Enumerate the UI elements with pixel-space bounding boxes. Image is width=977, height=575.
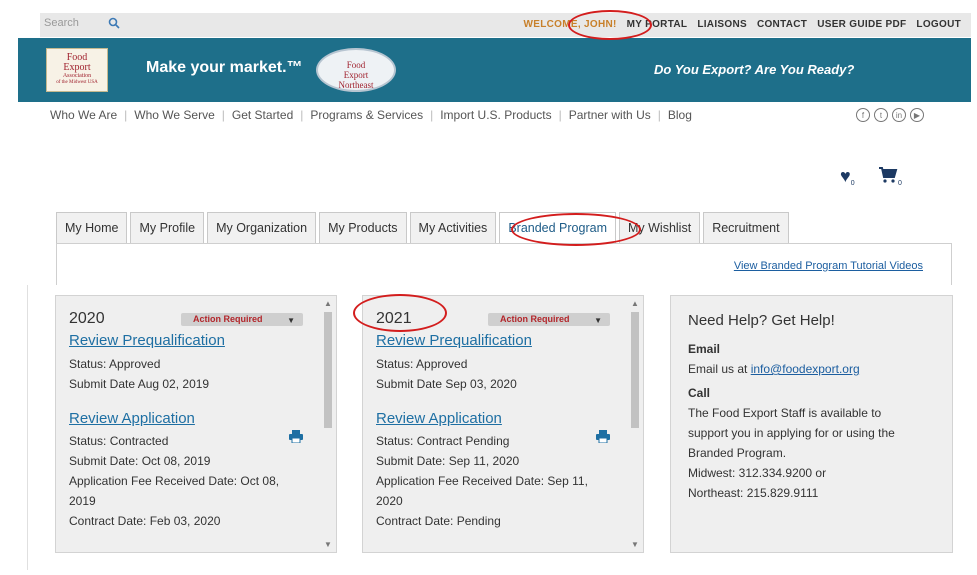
review-application-link[interactable]: Review Application — [376, 410, 618, 427]
call-text-2: support you in applying for or using the — [688, 426, 895, 440]
prequal-status: Status: Approved — [376, 357, 468, 371]
fee-received-date-cont: 2019 — [69, 494, 96, 508]
search-input[interactable]: Search — [44, 17, 79, 29]
application-submit-date: Submit Date: Sep 11, 2020 — [376, 454, 520, 468]
portal-tabs: My Home My Profile My Organization My Pr… — [56, 212, 789, 243]
print-icon[interactable] — [289, 430, 303, 444]
print-icon[interactable] — [596, 430, 610, 444]
tab-my-products[interactable]: My Products — [319, 212, 407, 243]
linkedin-icon[interactable]: in — [892, 108, 906, 122]
fee-received-date: Application Fee Received Date: Oct 08, — [69, 474, 280, 488]
fee-received-date-cont: 2020 — [376, 494, 403, 508]
tab-my-home[interactable]: My Home — [56, 212, 128, 243]
call-text-1: The Food Export Staff is available to — [688, 406, 882, 420]
card-scrollbar[interactable]: ▲ ▼ — [629, 296, 641, 552]
chevron-down-icon: ▼ — [594, 316, 602, 325]
review-prequalification-link[interactable]: Review Prequalification — [376, 332, 618, 349]
header-banner: Food Export Association of the Midwest U… — [18, 38, 971, 102]
action-required-dropdown[interactable]: Action Required ▼ — [488, 313, 610, 326]
midwest-phone: Midwest: 312.334.9200 or — [688, 466, 827, 480]
help-title: Need Help? Get Help! — [688, 312, 835, 329]
program-card-2021: 2021 Review Prequalification Status: App… — [362, 295, 644, 553]
tab-recruitment[interactable]: Recruitment — [703, 212, 789, 243]
wishlist-count: 0 — [850, 180, 855, 187]
contract-date: Contract Date: Feb 03, 2020 — [69, 514, 221, 528]
nav-who-we-are[interactable]: Who We Are — [50, 108, 117, 122]
action-required-dropdown[interactable]: Action Required ▼ — [181, 313, 303, 326]
prequal-submit-date: Submit Date Aug 02, 2019 — [69, 377, 210, 391]
call-text-3: Branded Program. — [688, 446, 787, 460]
application-status: Status: Contract Pending — [376, 434, 510, 448]
tab-my-profile[interactable]: My Profile — [130, 212, 205, 243]
application-submit-date: Submit Date: Oct 08, 2019 — [69, 454, 211, 468]
facebook-icon[interactable]: f — [856, 108, 870, 122]
call-label: Call — [688, 386, 711, 400]
nav-get-started[interactable]: Get Started — [232, 108, 293, 122]
program-card-2020: 2020 Review Prequalification Status: App… — [55, 295, 337, 553]
review-prequalification-link[interactable]: Review Prequalification — [69, 332, 311, 349]
logout-link[interactable]: LOGOUT — [916, 19, 961, 30]
social-links: f t in ▶ — [856, 108, 924, 122]
prequal-status: Status: Approved — [69, 357, 161, 371]
top-bar: Search WELCOME, JOHN! MY PORTAL LIAISONS… — [40, 13, 971, 37]
tagline: Make your market.™ — [146, 59, 303, 76]
application-status: Status: Contracted — [69, 434, 169, 448]
tab-my-organization[interactable]: My Organization — [207, 212, 317, 243]
fee-received-date: Application Fee Received Date: Sep 11, — [376, 474, 588, 488]
chevron-down-icon: ▼ — [287, 316, 295, 325]
export-question[interactable]: Do You Export? Are You Ready? — [654, 62, 854, 77]
youtube-icon[interactable]: ▶ — [910, 108, 924, 122]
twitter-icon[interactable]: t — [874, 108, 888, 122]
tab-panel: View Branded Program Tutorial Videos — [56, 243, 952, 285]
contact-link[interactable]: CONTACT — [757, 19, 807, 30]
cart-count: 0 — [898, 180, 902, 187]
liaisons-link[interactable]: LIAISONS — [697, 19, 747, 30]
contract-date: Contract Date: Pending — [376, 514, 501, 528]
card-scrollbar[interactable]: ▲ ▼ — [322, 296, 334, 552]
northeast-badge: Food Export Northeast — [316, 48, 396, 92]
nav-who-we-serve[interactable]: Who We Serve — [134, 108, 214, 122]
review-application-link[interactable]: Review Application — [69, 410, 311, 427]
nav-import-products[interactable]: Import U.S. Products — [440, 108, 551, 122]
highlight-oval-tab — [511, 213, 641, 246]
email-label: Email — [688, 342, 721, 356]
divider — [27, 285, 28, 570]
email-text: Email us at info@foodexport.org — [688, 362, 860, 376]
tab-my-activities[interactable]: My Activities — [409, 212, 497, 243]
user-guide-link[interactable]: USER GUIDE PDF — [817, 19, 906, 30]
nav-partner[interactable]: Partner with Us — [569, 108, 651, 122]
help-panel: Need Help? Get Help! Email Email us at i… — [670, 295, 953, 553]
northeast-phone: Northeast: 215.829.9111 — [688, 486, 819, 500]
wishlist-icon[interactable]: ♥0 — [840, 166, 855, 187]
nav-programs-services[interactable]: Programs & Services — [310, 108, 423, 122]
food-export-logo[interactable]: Food Export Association of the Midwest U… — [46, 48, 108, 92]
search-icon[interactable] — [108, 17, 120, 29]
prequal-submit-date: Submit Date Sep 03, 2020 — [376, 377, 517, 391]
main-nav: Who We Are | Who We Serve | Get Started | P… — [50, 108, 692, 122]
cart-icon[interactable]: 0 — [878, 166, 902, 187]
email-link[interactable]: info@foodexport.org — [751, 362, 860, 376]
highlight-oval-year — [353, 294, 447, 332]
nav-blog[interactable]: Blog — [668, 108, 692, 122]
tutorial-videos-link[interactable]: View Branded Program Tutorial Videos — [734, 260, 923, 272]
highlight-oval-portal — [568, 10, 652, 40]
